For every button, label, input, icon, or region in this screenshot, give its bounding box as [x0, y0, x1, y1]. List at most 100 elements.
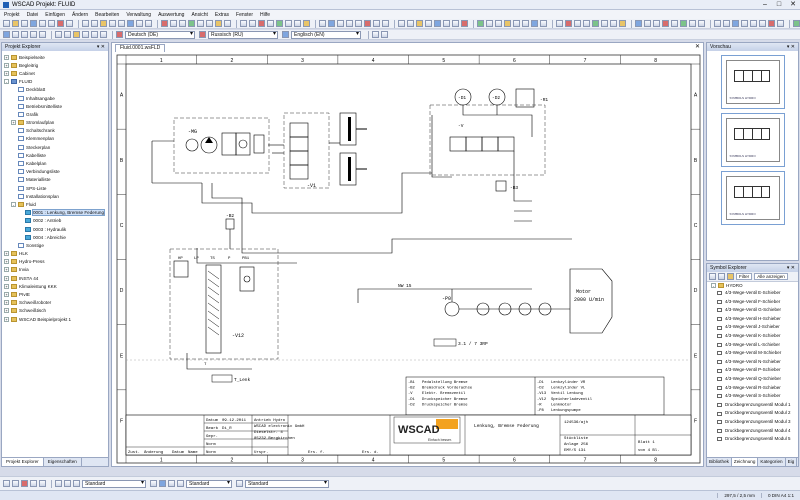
menu-item[interactable]: Auswertung: [158, 12, 184, 18]
toolbar-tool-icon[interactable]: [91, 20, 98, 27]
maximize-icon[interactable]: □: [772, 0, 786, 9]
symbol-item[interactable]: 4/3-Wege-Ventil S-Schieber: [707, 392, 798, 401]
show-all-button[interactable]: Alle anzeigen: [754, 273, 788, 280]
align-center-icon[interactable]: [64, 480, 71, 487]
tree-item[interactable]: + Invia: [4, 266, 108, 274]
tree-item[interactable]: Betriebsmittelliste: [4, 102, 108, 110]
toolbar-tool-icon[interactable]: [276, 20, 283, 27]
toolbar-tool-icon[interactable]: [565, 20, 572, 27]
tree-item[interactable]: + Schweißroboter: [4, 299, 108, 307]
symbol-item[interactable]: 4/3-Wege-Ventil L-Schieber: [707, 341, 798, 350]
toolbar-tool-icon[interactable]: [671, 20, 678, 27]
tree-item[interactable]: + Beispielseite: [4, 53, 108, 61]
toolbar-tool-icon[interactable]: [57, 20, 64, 27]
toolbar-tool-icon[interactable]: [741, 20, 748, 27]
tree-item[interactable]: Steckerplan: [4, 143, 108, 151]
menu-item[interactable]: Ändern: [72, 12, 88, 18]
toolbar-tool-icon[interactable]: [12, 20, 19, 27]
pin-icon[interactable]: ▾ ✕: [787, 264, 795, 272]
align-left-icon[interactable]: [55, 480, 62, 487]
toolbar-tool-icon[interactable]: [680, 20, 687, 27]
pin-icon[interactable]: ▾ ✕: [97, 43, 105, 51]
symbol-item[interactable]: Druckbegrenzungsventil Modul 5: [707, 435, 798, 441]
menu-item[interactable]: Extras: [215, 12, 229, 18]
tree-item[interactable]: 0002 : Antrieb: [4, 217, 108, 225]
toolbar-tool-icon[interactable]: [398, 20, 405, 27]
toolbar-tool-icon[interactable]: [653, 20, 660, 27]
font-color-icon[interactable]: [159, 480, 166, 487]
toolbar-tool-icon[interactable]: [662, 20, 669, 27]
toolbar-tool-icon[interactable]: [495, 20, 502, 27]
toolbar-tool-icon[interactable]: [452, 20, 459, 27]
toolbar-tool-icon[interactable]: [48, 20, 55, 27]
symbol-item[interactable]: 4/3-Wege-Ventil H-Schieber: [707, 315, 798, 324]
tree-item[interactable]: + PIvIE: [4, 290, 108, 298]
tree-item[interactable]: - FLUID: [4, 78, 108, 86]
layer-icon[interactable]: [3, 480, 10, 487]
expand-toggle-icon[interactable]: +: [4, 300, 9, 306]
menu-item[interactable]: Projekt: [4, 12, 20, 18]
text-style-select[interactable]: Standard: [186, 479, 232, 488]
rect-icon[interactable]: [30, 31, 37, 38]
expand-toggle-icon[interactable]: -: [11, 201, 16, 207]
tree-item[interactable]: + WSCAD Beispielprojekt 1: [4, 315, 108, 323]
menu-item[interactable]: Bearbeiten: [95, 12, 119, 18]
toolbar-tool-icon[interactable]: [750, 20, 757, 27]
preview-thumbnail[interactable]: SYMBOLS HYDRO: [720, 113, 785, 167]
zoom-fit-icon[interactable]: [73, 31, 80, 38]
zoom-in-icon[interactable]: [55, 31, 62, 38]
toolbar-tool-icon[interactable]: [486, 20, 493, 27]
language-2-select[interactable]: Russisch (RU): [208, 30, 278, 39]
bold-icon[interactable]: [168, 480, 175, 487]
symbol-nav-icon[interactable]: [709, 273, 716, 280]
tab-properties-short[interactable]: Eig: [786, 458, 798, 466]
tab-document[interactable]: Fluid.0001.wsFLD: [115, 44, 166, 52]
toolbar-tool-icon[interactable]: [416, 20, 423, 27]
toolbar-tool-icon[interactable]: [188, 20, 195, 27]
toolbar-tool-icon[interactable]: [364, 20, 371, 27]
toolbar-tool-icon[interactable]: [601, 20, 608, 27]
symbol-item[interactable]: 4/3-Wege-Ventil K-Schieber: [707, 332, 798, 341]
tree-item[interactable]: Materialliste: [4, 176, 108, 184]
symbol-item[interactable]: 4/3-Wege-Ventil N-Schieber: [707, 358, 798, 367]
toolbar-tool-icon[interactable]: [644, 20, 651, 27]
pan-icon[interactable]: [82, 31, 89, 38]
toolbar-tool-icon[interactable]: [407, 20, 414, 27]
toolbar-tool-icon[interactable]: [224, 20, 231, 27]
tree-item[interactable]: + Klimaleistung KKK: [4, 282, 108, 290]
expand-toggle-icon[interactable]: +: [4, 292, 9, 298]
toolbar-tool-icon[interactable]: [592, 20, 599, 27]
toolbar-tool-icon[interactable]: [136, 20, 143, 27]
toolbar-tool-icon[interactable]: [714, 20, 721, 27]
symbol-item[interactable]: 4/3-Wege-Ventil G-Schieber: [707, 306, 798, 315]
tree-item[interactable]: Schaltschrank: [4, 127, 108, 135]
tree-item[interactable]: Deckblatt: [4, 86, 108, 94]
symbol-item[interactable]: 4/3-Wege-Ventil F-Schieber: [707, 298, 798, 307]
toolbar-tool-icon[interactable]: [513, 20, 520, 27]
close-icon[interactable]: ✕: [786, 0, 800, 9]
symbol-item[interactable]: Druckbegrenzungsventil Modul 3: [707, 418, 798, 427]
toolbar-tool-icon[interactable]: [179, 20, 186, 27]
tree-item[interactable]: Sonstige: [4, 241, 108, 249]
symbol-folder-hydro[interactable]: - HYDRO: [707, 282, 798, 289]
toolbar-tool-icon[interactable]: [777, 20, 784, 27]
toolbar-tool-icon[interactable]: [319, 20, 326, 27]
toolbar-tool-icon[interactable]: [619, 20, 626, 27]
snap-icon[interactable]: [100, 31, 107, 38]
toolbar-tool-icon[interactable]: [723, 20, 730, 27]
symbol-item[interactable]: 4/3-Wege-Ventil R-Schieber: [707, 384, 798, 393]
toolbar-tool-icon[interactable]: [759, 20, 766, 27]
toolbar-tool-icon[interactable]: [556, 20, 563, 27]
toolbar-tool-icon[interactable]: [373, 20, 380, 27]
toolbar-tool-icon[interactable]: [30, 20, 37, 27]
menu-item[interactable]: Einfügen: [45, 12, 65, 18]
toolbar-tool-icon[interactable]: [337, 20, 344, 27]
preview-thumbnail[interactable]: SYMBOLS HYDRO: [720, 55, 785, 109]
toolbar-tool-icon[interactable]: [267, 20, 274, 27]
toolbar-tool-icon[interactable]: [635, 20, 642, 27]
circle-icon[interactable]: [39, 31, 46, 38]
tree-item[interactable]: Grafik: [4, 110, 108, 118]
expand-toggle-icon[interactable]: +: [4, 70, 9, 76]
expand-toggle-icon[interactable]: +: [4, 316, 9, 322]
preview-thumbnail[interactable]: SYMBOLS HYDRO: [720, 171, 785, 225]
